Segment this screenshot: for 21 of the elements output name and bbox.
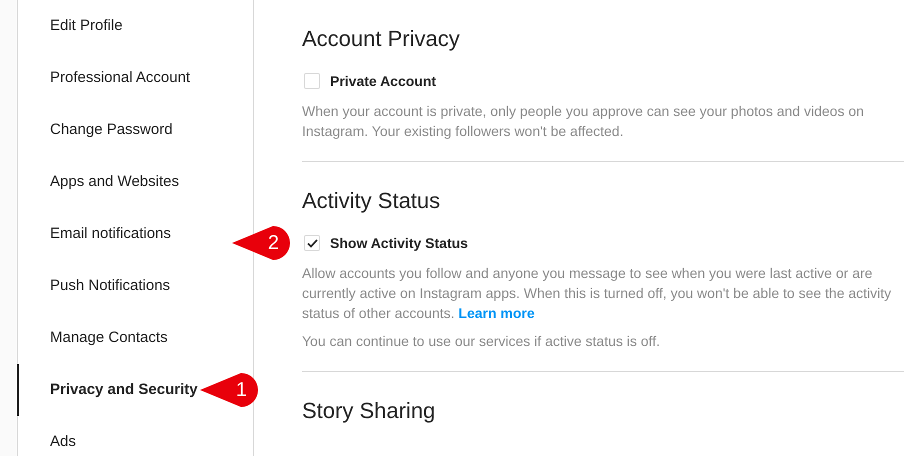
sidebar-item[interactable]: Professional Account bbox=[17, 52, 198, 104]
checkbox-label: Show Activity Status bbox=[330, 234, 468, 253]
sidebar-item[interactable]: Change Password bbox=[17, 104, 181, 156]
section-title: Story Sharing bbox=[302, 397, 436, 425]
checkbox[interactable] bbox=[304, 73, 320, 89]
sidebar-item[interactable]: Manage Contacts bbox=[17, 312, 176, 364]
sidebar-item[interactable]: Ads bbox=[17, 416, 84, 456]
section-title: Account Privacy bbox=[302, 25, 461, 53]
step-callout: 1 bbox=[200, 371, 260, 409]
checkmark-icon bbox=[306, 238, 318, 248]
checkbox-label: Private Account bbox=[330, 72, 436, 90]
sidebar-item[interactable]: Push Notifications bbox=[17, 260, 178, 312]
section-title: Activity Status bbox=[302, 187, 442, 215]
sidebar-item[interactable]: Edit Profile bbox=[17, 0, 131, 52]
sidebar-item[interactable]: Apps and Websites bbox=[17, 156, 187, 208]
section-note: You can continue to use our services if active status is off. bbox=[302, 332, 661, 351]
section-description: Allow accounts you follow and anyone you message to see when you were last active or are currently active on Instagram apps. When this is turned off, you won't be able to see the activity status of other accounts. Learn more bbox=[302, 264, 892, 323]
sidebar-item[interactable]: Email notifications bbox=[17, 208, 179, 260]
section-description: When your account is private, only people you approve can see your photos and videos on Instagram. Your existing followers won't be affected. bbox=[302, 102, 865, 141]
step-callout: 2 bbox=[232, 224, 292, 262]
checkbox[interactable] bbox=[304, 235, 320, 251]
